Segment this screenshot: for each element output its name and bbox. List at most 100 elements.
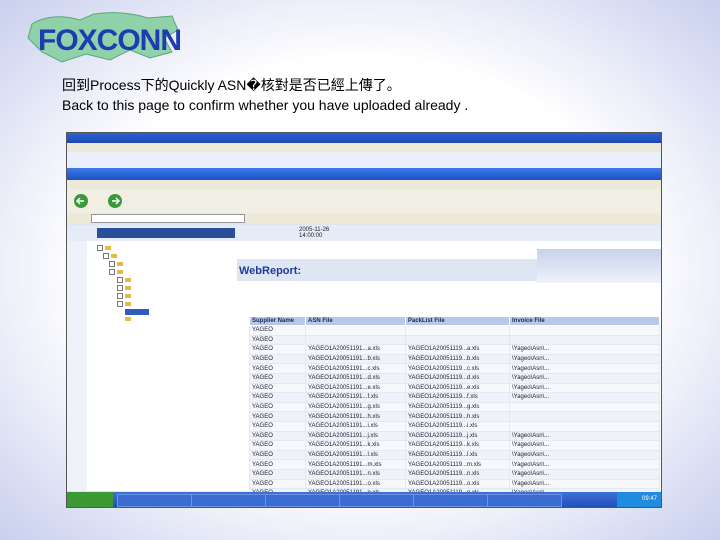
table-cell [305,334,406,346]
tree-node [117,285,133,292]
table-cell: YAGEO [249,411,306,422]
table-cell: \Yageo\Asn\... [509,363,660,374]
table-cell: \Yageo\Asn\... [509,430,660,442]
table-row: YAGEO YAGEO1A20051191...i.xls YAGEO1A20051… [249,420,660,432]
table-row: YAGEO YAGEO1A20051191...h.xls YAGEO1A20051… [249,411,660,422]
tree-node [109,261,125,268]
table-cell: YAGEO [249,353,306,365]
tree-node [109,269,125,276]
table-row: YAGEO YAGEO1A20051191...b.xls YAGEO1A20051… [249,353,660,365]
taskbar: 09:47 [67,492,661,507]
table-cell: YAGEO [249,440,306,451]
table-cell: \Yageo\Asn\... [509,468,660,480]
tree-node [117,277,133,284]
table-cell: \Yageo\Asn\... [509,372,660,384]
table-cell: YAGEO [249,382,306,394]
table-cell: YAGEO1A20051119...o.xls [405,478,510,490]
table-cell: YAGEO [249,420,306,432]
table-cell: YAGEO [249,372,306,384]
table-row: YAGEO YAGEO1A20051191...n.xls YAGEO1A20051… [249,468,660,480]
table-cell: YAGEO1A20051191...g.xls [305,401,406,413]
table-row: YAGEO [249,325,660,336]
table-cell: YAGEO [249,478,306,490]
tree-node [117,293,133,300]
table-cell: YAGEO [249,344,306,355]
back-icon [74,194,88,208]
table-cell: YAGEO1A20051191...h.xls [305,411,406,422]
table-cell: YAGEO1A20051191...a.xls [305,344,406,355]
table-cell: YAGEO [249,430,306,442]
table-cell: YAGEO1A20051191...i.xls [305,420,406,432]
table-row: YAGEO YAGEO1A20051191...g.xls YAGEO1A20051… [249,401,660,413]
browser-toolbar [67,189,661,213]
tree-node [103,253,119,260]
foxconn-logo: FOXCONN [22,8,182,66]
table-cell: \Yageo\Asn\... [509,382,660,394]
taskbar-item[interactable] [339,494,414,507]
tree-node [97,245,113,252]
forward-icon [108,194,122,208]
table-cell: YAGEO [249,468,306,480]
table-cell: YAGEO1A20051119...l.xls [405,449,510,461]
table-cell: YAGEO1A20051119...m.xls [405,459,510,470]
table-cell: \Yageo\Asn\... [509,392,660,403]
app-logo-banner [97,228,235,238]
table-cell: \Yageo\Asn\... [509,440,660,451]
report-panel: WebReport: Supplier Name ASN File PackLi… [237,241,661,499]
browser-titlebar [67,168,661,180]
table-cell: YAGEO [249,363,306,374]
table-row: YAGEO YAGEO1A20051191...a.xls YAGEO1A20051… [249,344,660,355]
table-row: YAGEO YAGEO1A20051191...f.xls YAGEO1A20051… [249,392,660,403]
table-cell: YAGEO1A20051119...e.xls [405,382,510,394]
table-cell: YAGEO1A20051191...n.xls [305,468,406,480]
col-header: Invoice File [509,316,660,326]
table-cell [509,334,660,346]
table-cell [305,325,406,336]
table-cell [509,401,660,413]
table-cell: YAGEO1A20051191...d.xls [305,372,406,384]
table-cell: YAGEO1A20051191...j.xls [305,430,406,442]
table-cell: YAGEO1A20051119...f.xls [405,392,510,403]
table-row: YAGEO YAGEO1A20051191...o.xls YAGEO1A20051… [249,478,660,490]
table-row: YAGEO [249,334,660,346]
browser-address-bar [67,213,661,223]
caption-chinese: 回到Process下的Quickly ASN�核對是否已經上傳了。 [62,77,401,93]
table-cell [509,420,660,432]
embedded-screenshot: 2005-11-26 14:00:00 WebReport: Supplier … [66,132,662,508]
taskbar-item[interactable] [413,494,488,507]
table-cell: \Yageo\Asn\... [509,449,660,461]
app-header: 2005-11-26 14:00:00 [67,225,661,242]
table-cell: \Yageo\Asn\... [509,459,660,470]
table-cell: YAGEO1A20051119...i.xls [405,420,510,432]
taskbar-item[interactable] [487,494,562,507]
function-tree [87,241,238,491]
media-player-menu [67,143,661,152]
table-cell: YAGEO1A20051191...l.xls [305,449,406,461]
taskbar-item[interactable] [265,494,340,507]
media-player-titlebar [67,133,661,143]
table-cell [405,325,510,336]
taskbar-item[interactable] [191,494,266,507]
table-row: YAGEO YAGEO1A20051191...c.xls YAGEO1A20051… [249,363,660,374]
table-row: YAGEO YAGEO1A20051191...m.xls YAGEO1A20051… [249,459,660,470]
col-header: Supplier Name [249,316,306,326]
table-cell: YAGEO1A20051191...e.xls [305,382,406,394]
app-clock: 2005-11-26 14:00:00 [299,227,330,239]
table-cell: YAGEO1A20051119...h.xls [405,411,510,422]
table-cell: YAGEO1A20051119...a.xls [405,344,510,355]
table-cell: YAGEO [249,325,306,336]
table-cell: YAGEO1A20051191...b.xls [305,353,406,365]
table-cell: \Yageo\Asn\... [509,478,660,490]
system-tray-clock: 09:47 [617,492,661,507]
report-title: WebReport: [239,265,302,277]
table-cell: YAGEO1A20051191...m.xls [305,459,406,470]
table-cell: YAGEO1A20051119...n.xls [405,468,510,480]
table-cell: YAGEO [249,334,306,346]
tree-node [117,301,133,308]
table-cell: YAGEO1A20051119...d.xls [405,372,510,384]
table-row: YAGEO YAGEO1A20051191...d.xls YAGEO1A20051… [249,372,660,384]
start-button[interactable] [67,492,113,507]
table-cell: YAGEO [249,449,306,461]
table-cell [509,325,660,336]
taskbar-item[interactable] [117,494,192,507]
